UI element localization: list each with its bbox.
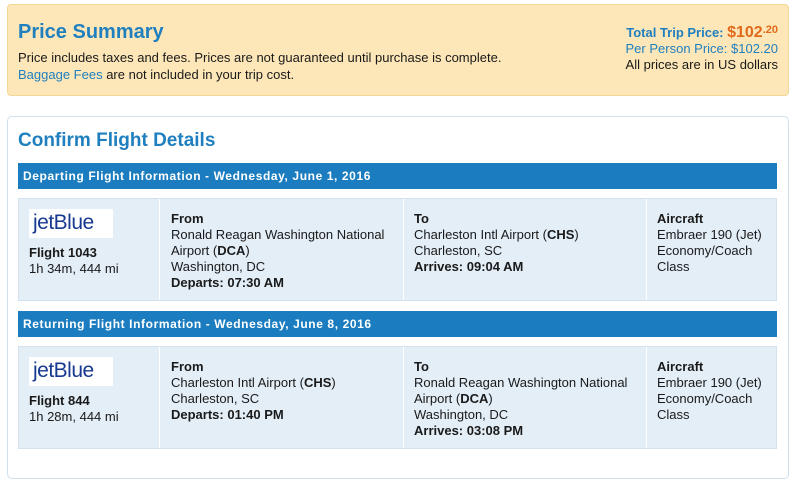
- column-divider: [159, 199, 160, 300]
- jetblue-logo: jetBlue: [29, 209, 113, 238]
- departing-from-code: DCA: [217, 243, 246, 258]
- departing-from-airport: Ronald Reagan Washington National: [171, 227, 385, 242]
- returning-departure-time: Departs: 01:40 PM: [171, 407, 284, 422]
- column-divider: [403, 199, 404, 300]
- returning-from: From Charleston Intl Airport (CHS) Charl…: [171, 359, 336, 423]
- returning-aircraft: Aircraft Embraer 190 (Jet) Economy/Coach…: [657, 359, 762, 423]
- column-divider: [159, 347, 160, 448]
- departing-cabin-class-cont: Class: [657, 259, 690, 274]
- departing-to-code: CHS: [546, 227, 575, 242]
- per-person-price: Per Person Price: $102.20: [625, 41, 778, 56]
- departing-flight-header: Departing Flight Information - Wednesday…: [18, 163, 777, 189]
- paren-close: ): [574, 227, 579, 242]
- departing-to-airport: Charleston Intl Airport (: [414, 227, 547, 242]
- returning-cabin-class-cont: Class: [657, 407, 690, 422]
- departing-from-airport-cont: Airport (: [171, 243, 218, 258]
- to-label: To: [414, 211, 429, 226]
- returning-from-city: Charleston, SC: [171, 391, 260, 406]
- column-divider: [646, 199, 647, 300]
- total-trip-price-cents: .20: [762, 24, 778, 36]
- paren-close: ): [488, 391, 493, 406]
- paren-close: ): [245, 243, 250, 258]
- departing-cabin-class: Economy/Coach: [657, 243, 753, 258]
- from-label: From: [171, 211, 204, 226]
- price-totals: Total Trip Price: $102.20 Per Person Pri…: [625, 24, 778, 73]
- returning-arrival-time: Arrives: 03:08 PM: [414, 423, 524, 438]
- price-disclaimer: Price includes taxes and fees. Prices ar…: [18, 50, 502, 65]
- returning-flight-number: Flight 844: [29, 393, 90, 408]
- column-divider: [403, 347, 404, 448]
- returning-to-code: DCA: [460, 391, 489, 406]
- departing-from: From Ronald Reagan Washington National A…: [171, 211, 384, 291]
- departing-to: To Charleston Intl Airport (CHS) Charles…: [414, 211, 579, 275]
- paren-close: ): [331, 375, 336, 390]
- aircraft-label: Aircraft: [657, 211, 704, 226]
- departing-to-city: Charleston, SC: [414, 243, 503, 258]
- confirm-flight-panel: Confirm Flight Details Departing Flight …: [7, 116, 789, 479]
- returning-duration: 1h 28m, 444 mi: [29, 409, 119, 424]
- total-trip-price: Total Trip Price: $102.20: [626, 24, 778, 41]
- baggage-note-text: are not included in your trip cost.: [102, 67, 295, 82]
- returning-from-airport: Charleston Intl Airport (: [171, 375, 304, 390]
- confirm-flight-title: Confirm Flight Details: [18, 130, 216, 151]
- total-trip-price-dollars: $102: [727, 24, 763, 41]
- returning-aircraft-type: Embraer 190 (Jet): [657, 375, 762, 390]
- departing-flight-row: jetBlue Flight 1043 1h 34m, 444 mi From …: [18, 198, 777, 301]
- departing-aircraft-type: Embraer 190 (Jet): [657, 227, 762, 242]
- returning-to-airport-cont: Airport (: [414, 391, 461, 406]
- departing-arrival-time: Arrives: 09:04 AM: [414, 259, 524, 274]
- from-label: From: [171, 359, 204, 374]
- departing-from-city: Washington, DC: [171, 259, 266, 274]
- baggage-fees-link[interactable]: Baggage Fees: [18, 67, 103, 82]
- total-trip-price-label: Total Trip Price:: [626, 25, 728, 40]
- currency-note: All prices are in US dollars: [625, 57, 778, 72]
- price-summary-panel: Price Summary Price includes taxes and f…: [7, 4, 789, 96]
- departing-time: Departs: 07:30 AM: [171, 275, 284, 290]
- baggage-note: Baggage Fees are not included in your tr…: [18, 67, 294, 82]
- jetblue-logo: jetBlue: [29, 357, 113, 386]
- departing-duration: 1h 34m, 444 mi: [29, 261, 119, 276]
- departing-airline-info: Flight 1043 1h 34m, 444 mi: [29, 245, 119, 277]
- returning-flight-row: jetBlue Flight 844 1h 28m, 444 mi From C…: [18, 346, 777, 449]
- returning-cabin-class: Economy/Coach: [657, 391, 753, 406]
- returning-to-airport: Ronald Reagan Washington National: [414, 375, 628, 390]
- aircraft-label: Aircraft: [657, 359, 704, 374]
- returning-airline-info: Flight 844 1h 28m, 444 mi: [29, 393, 119, 425]
- column-divider: [646, 347, 647, 448]
- departing-aircraft: Aircraft Embraer 190 (Jet) Economy/Coach…: [657, 211, 762, 275]
- returning-to-city: Washington, DC: [414, 407, 509, 422]
- returning-flight-header: Returning Flight Information - Wednesday…: [18, 311, 777, 337]
- returning-from-code: CHS: [303, 375, 332, 390]
- returning-to: To Ronald Reagan Washington National Air…: [414, 359, 627, 439]
- departing-flight-number: Flight 1043: [29, 245, 97, 260]
- to-label: To: [414, 359, 429, 374]
- price-summary-title: Price Summary: [18, 21, 164, 43]
